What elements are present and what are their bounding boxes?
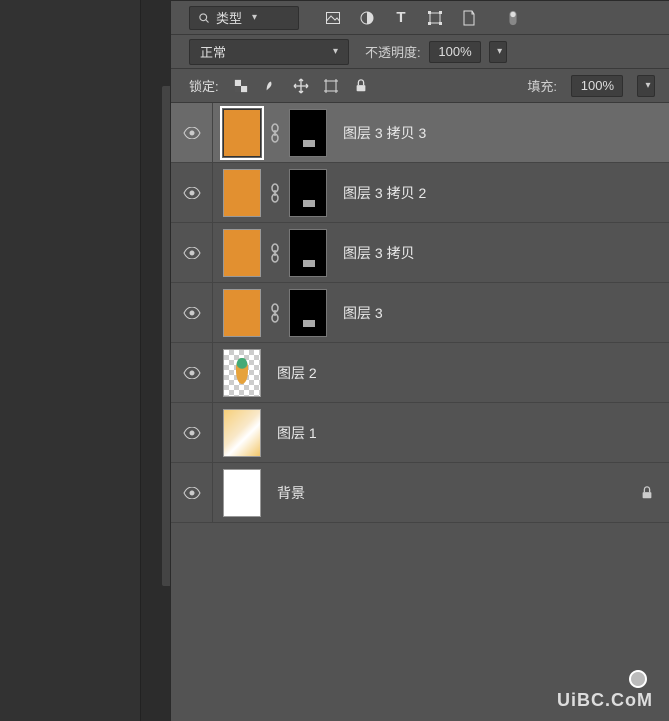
shape-filter-icon[interactable]: [427, 10, 443, 26]
layer-filter-type[interactable]: 类型 ▾: [189, 6, 299, 30]
layer-mask-thumbnail[interactable]: [289, 289, 327, 337]
eye-icon: [183, 247, 201, 259]
layer-name[interactable]: 图层 3 拷贝: [343, 243, 655, 263]
eye-icon: [183, 427, 201, 439]
layers-list: 图层 3 拷贝 3 图层 3 拷贝 2 图层 3 拷贝图层 3 图层 2 图层 1 背景: [171, 103, 669, 721]
fill-stepper[interactable]: ▾: [637, 75, 655, 97]
link-icon[interactable]: [267, 121, 283, 145]
layer-thumbnail[interactable]: [223, 469, 261, 517]
lock-transparency-icon[interactable]: [233, 78, 249, 94]
filter-label: 类型: [216, 8, 242, 27]
layer-name[interactable]: 背景: [277, 483, 639, 503]
opacity-value[interactable]: 100%: [429, 41, 481, 63]
visibility-toggle[interactable]: [171, 283, 213, 342]
watermark-main: UiBC.CoM: [557, 690, 653, 711]
fill-label: 填充:: [527, 76, 557, 95]
visibility-toggle[interactable]: [171, 463, 213, 522]
type-filter-icon[interactable]: T: [393, 10, 409, 26]
layer-thumbnail[interactable]: [223, 289, 261, 337]
link-icon[interactable]: [267, 301, 283, 325]
opacity-label: 不透明度:: [365, 42, 421, 61]
chevron-down-icon: ▾: [645, 80, 650, 91]
blend-row: 正常 ▾ 不透明度: 100% ▾: [171, 35, 669, 69]
lock-label: 锁定:: [189, 76, 219, 95]
eye-icon: [183, 307, 201, 319]
link-icon[interactable]: [267, 241, 283, 265]
layer-thumbnail[interactable]: [223, 409, 261, 457]
watermark: UiBC.CoM: [557, 670, 653, 711]
chevron-down-icon: ▾: [497, 46, 502, 57]
eye-icon: [183, 187, 201, 199]
search-icon: [198, 12, 210, 24]
lock-row: 锁定: 填充: 100% ▾: [171, 69, 669, 103]
layer-mask-thumbnail[interactable]: [289, 169, 327, 217]
layer-name[interactable]: 图层 3 拷贝 3: [343, 123, 655, 143]
eye-icon: [183, 367, 201, 379]
layer-name[interactable]: 图层 3 拷贝 2: [343, 183, 655, 203]
blend-mode-dropdown[interactable]: 正常 ▾: [189, 39, 349, 65]
blend-mode-value: 正常: [200, 42, 226, 61]
layer-row[interactable]: 图层 3 拷贝: [171, 223, 669, 283]
image-filter-icon[interactable]: [325, 10, 341, 26]
visibility-toggle[interactable]: [171, 163, 213, 222]
chevron-down-icon: ▾: [252, 12, 257, 23]
eye-icon: [183, 127, 201, 139]
layer-row[interactable]: 背景: [171, 463, 669, 523]
lock-position-icon[interactable]: [293, 78, 309, 94]
lock-artboard-icon[interactable]: [323, 78, 339, 94]
opacity-text: 100%: [438, 44, 471, 59]
lock-all-icon[interactable]: [353, 78, 369, 94]
filter-toggle-icon[interactable]: [505, 10, 521, 26]
layer-name[interactable]: 图层 1: [277, 423, 655, 443]
filter-row: 类型 ▾ T: [171, 1, 669, 35]
layer-name[interactable]: 图层 2: [277, 363, 655, 383]
layers-panel: 类型 ▾ T 正常 ▾ 不透明度:: [170, 0, 669, 721]
lock-image-icon[interactable]: [263, 78, 279, 94]
canvas-area: [0, 0, 170, 721]
link-icon[interactable]: [267, 181, 283, 205]
layer-row[interactable]: 图层 1: [171, 403, 669, 463]
fill-value[interactable]: 100%: [571, 75, 623, 97]
visibility-toggle[interactable]: [171, 103, 213, 162]
fill-text: 100%: [581, 78, 614, 93]
layer-mask-thumbnail[interactable]: [289, 109, 327, 157]
layer-thumbnail[interactable]: [223, 229, 261, 277]
layer-row[interactable]: 图层 2: [171, 343, 669, 403]
layer-row[interactable]: 图层 3 拷贝 3: [171, 103, 669, 163]
layer-row[interactable]: 图层 3 拷贝 2: [171, 163, 669, 223]
adjust-filter-icon[interactable]: [359, 10, 375, 26]
visibility-toggle[interactable]: [171, 223, 213, 282]
chevron-down-icon: ▾: [333, 46, 338, 57]
layer-name[interactable]: 图层 3: [343, 303, 655, 323]
lock-icon[interactable]: [639, 485, 655, 501]
opacity-stepper[interactable]: ▾: [489, 41, 507, 63]
eye-icon: [183, 487, 201, 499]
visibility-toggle[interactable]: [171, 403, 213, 462]
smart-filter-icon[interactable]: [461, 10, 477, 26]
layer-thumbnail[interactable]: [223, 109, 261, 157]
visibility-toggle[interactable]: [171, 343, 213, 402]
layer-row[interactable]: 图层 3: [171, 283, 669, 343]
layer-mask-thumbnail[interactable]: [289, 229, 327, 277]
layer-thumbnail[interactable]: [223, 349, 261, 397]
layer-thumbnail[interactable]: [223, 169, 261, 217]
